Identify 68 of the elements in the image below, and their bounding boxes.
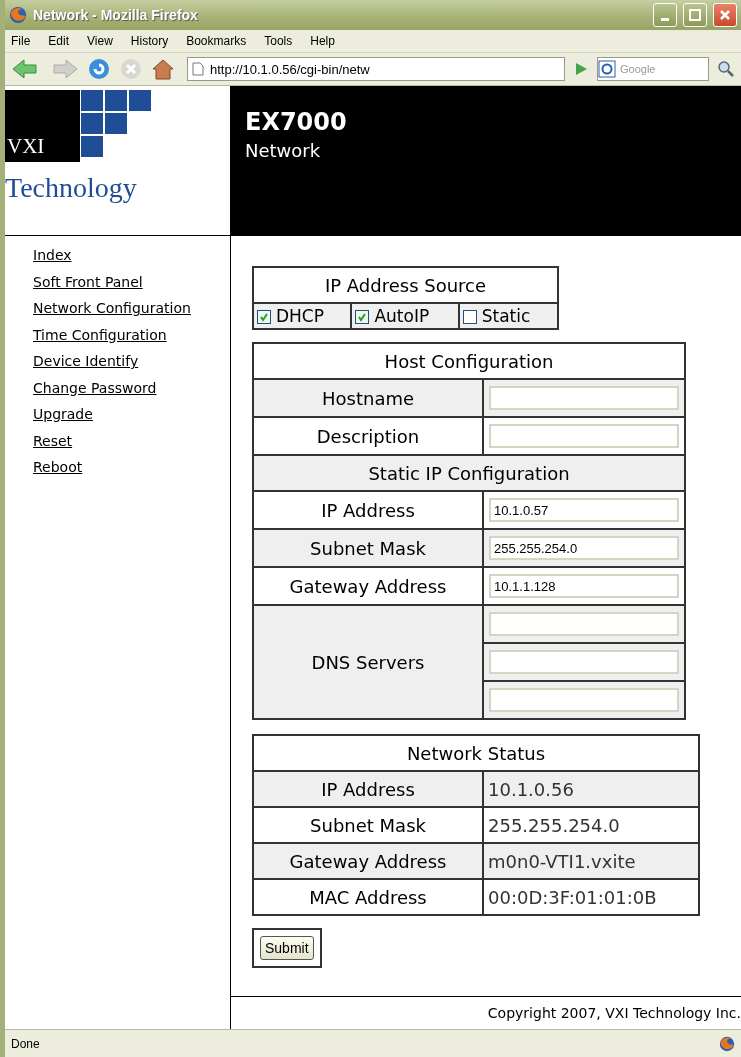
input-field[interactable] [489, 650, 679, 675]
copyright-text: Copyright 2007, VXI Technology Inc. [486, 1004, 741, 1023]
status-value: 00:0D:3F:01:01:0B [483, 879, 699, 915]
nav-link[interactable]: Index [33, 244, 230, 267]
table-heading: Network Status [253, 735, 699, 771]
page-icon [192, 62, 204, 76]
row-label: MAC Address [253, 879, 483, 915]
input-field[interactable] [489, 612, 679, 637]
row-label: Subnet Mask [253, 807, 483, 843]
menu-item[interactable]: Bookmarks [186, 34, 247, 48]
menu-item[interactable]: Edit [48, 34, 70, 48]
input-field[interactable] [489, 386, 679, 411]
minimize-icon [661, 17, 669, 21]
nav-link[interactable]: Upgrade [33, 403, 230, 426]
row-label: Gateway Address [253, 567, 483, 605]
table-heading: IP Address Source [253, 267, 558, 303]
menu-item[interactable]: Help [310, 34, 335, 48]
menu-item[interactable]: History [130, 34, 169, 48]
row-label: Description [253, 417, 483, 455]
menu-item[interactable]: File [11, 34, 31, 48]
menu-item[interactable]: View [87, 34, 113, 48]
status-value: 255.255.254.0 [483, 807, 699, 843]
row-label: Subnet Mask [253, 529, 483, 567]
row-label: Gateway Address [253, 843, 483, 879]
close-button[interactable] [713, 3, 737, 27]
nav-link[interactable]: Time Configuration [33, 323, 230, 346]
status-value: 10.1.0.56 [483, 771, 699, 807]
input-field[interactable]: 255.255.254.0 [489, 536, 679, 561]
checkmark-icon [259, 312, 269, 322]
search-icon[interactable] [717, 60, 735, 78]
status-value: m0n0-VTI1.vxite [483, 843, 699, 879]
row-label: Hostname [253, 379, 483, 417]
nav-link[interactable]: Soft Front Panel [33, 270, 230, 293]
window-title: Network - Mozilla Firefox [33, 7, 199, 23]
table-heading: Host Configuration [253, 343, 685, 379]
search-engine-icon[interactable] [598, 60, 616, 78]
product-title: EX7000 [245, 108, 348, 136]
submit-button[interactable]: Submit [260, 936, 314, 960]
go-icon[interactable] [573, 61, 589, 77]
browser-logo-icon [719, 1035, 735, 1052]
stop-icon[interactable] [119, 57, 143, 81]
input-field[interactable]: 10.1.0.57 [489, 498, 679, 523]
nav-link[interactable]: Network Configuration [33, 297, 230, 320]
row-label: IP Address [253, 771, 483, 807]
address-field[interactable]: http://10.1.0.56/cgi-bin/netw [187, 57, 565, 81]
close-icon [719, 9, 731, 21]
checkmark-icon [357, 312, 368, 322]
home-icon[interactable] [151, 57, 175, 81]
nav-link[interactable]: Reset [33, 429, 230, 452]
maximize-button[interactable] [683, 3, 707, 27]
reload-icon[interactable] [87, 57, 111, 81]
nav-link[interactable]: Device Identify [33, 350, 230, 373]
input-field[interactable] [489, 424, 679, 449]
row-label: IP Address [253, 491, 483, 529]
input-field[interactable] [489, 688, 679, 713]
section-heading: Static IP Configuration [253, 455, 685, 491]
logo-wordmark: Technology [5, 172, 138, 204]
menu-item[interactable]: Tools [264, 34, 293, 48]
status-text: Done [11, 1036, 41, 1051]
input-field[interactable]: 10.1.1.128 [489, 574, 679, 599]
row-label: DNS Servers [253, 605, 483, 719]
nav-link[interactable]: Change Password [33, 376, 230, 399]
browser-logo-icon [9, 6, 27, 24]
maximize-icon [689, 9, 701, 21]
logo-text: VXI [7, 134, 45, 159]
page-title: Network [245, 140, 322, 161]
nav-link[interactable]: Reboot [33, 456, 230, 479]
minimize-button[interactable] [653, 3, 677, 27]
